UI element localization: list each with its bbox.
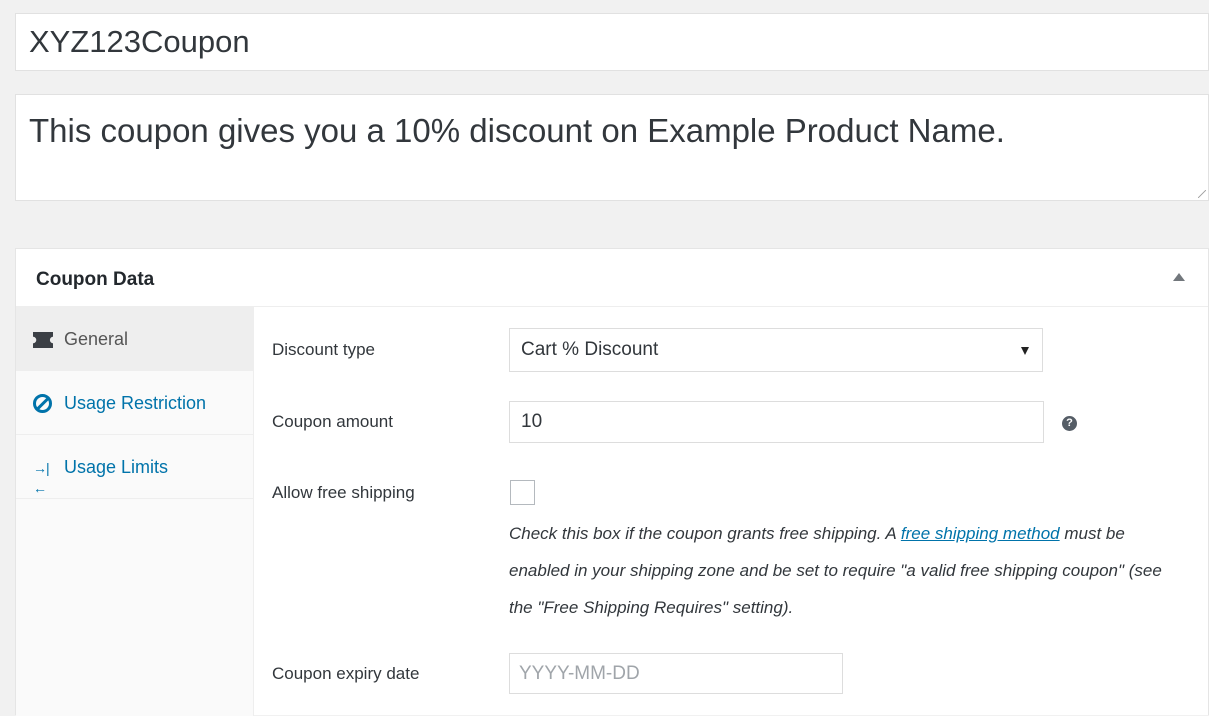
tab-usage-limits[interactable]: →|← Usage Limits — [16, 435, 253, 499]
desc-text-before: Check this box if the coupon grants free… — [509, 524, 901, 543]
coupon-code-input[interactable]: XYZ123Coupon — [15, 13, 1209, 71]
coupon-data-panel: Coupon Data General Usage Restriction →|… — [15, 248, 1209, 716]
resize-grip[interactable] — [1198, 190, 1206, 198]
discount-type-select[interactable]: Cart % Discount — [509, 328, 1043, 372]
discount-type-value: Cart % Discount — [521, 339, 659, 360]
question-icon[interactable]: ? — [1062, 416, 1077, 431]
collapse-arrow-icon[interactable] — [1173, 273, 1185, 281]
coupon-amount-label: Coupon amount — [272, 412, 393, 431]
tab-usage-restriction-label: Usage Restriction — [64, 393, 207, 413]
expiry-date-label: Coupon expiry date — [272, 664, 420, 683]
panel-title: Coupon Data — [36, 269, 155, 290]
tab-general[interactable]: General — [16, 307, 253, 371]
tab-general-label: General — [64, 329, 129, 349]
expiry-date-input[interactable]: YYYY-MM-DD — [509, 653, 843, 694]
free-shipping-method-link[interactable]: free shipping method — [901, 524, 1060, 543]
coupon-tabs: General Usage Restriction →|← Usage Limi… — [16, 307, 254, 716]
free-shipping-checkbox[interactable] — [510, 480, 535, 505]
chevron-down-icon — [1021, 347, 1029, 355]
discount-type-label: Discount type — [272, 340, 375, 359]
forbidden-icon — [33, 394, 53, 414]
free-shipping-description: Check this box if the coupon grants free… — [509, 515, 1169, 626]
coupon-description-text: This coupon gives you a 10% discount on … — [29, 112, 1005, 149]
ticket-icon — [33, 330, 53, 350]
tab-usage-limits-label: Usage Limits — [64, 457, 169, 477]
tab-usage-restriction[interactable]: Usage Restriction — [16, 371, 253, 435]
limits-icon: →|← — [33, 460, 50, 496]
panel-header: Coupon Data — [16, 249, 1208, 307]
free-shipping-label: Allow free shipping — [272, 483, 415, 502]
coupon-amount-input[interactable]: 10 — [509, 401, 1044, 443]
coupon-description-textarea[interactable]: This coupon gives you a 10% discount on … — [15, 94, 1209, 201]
